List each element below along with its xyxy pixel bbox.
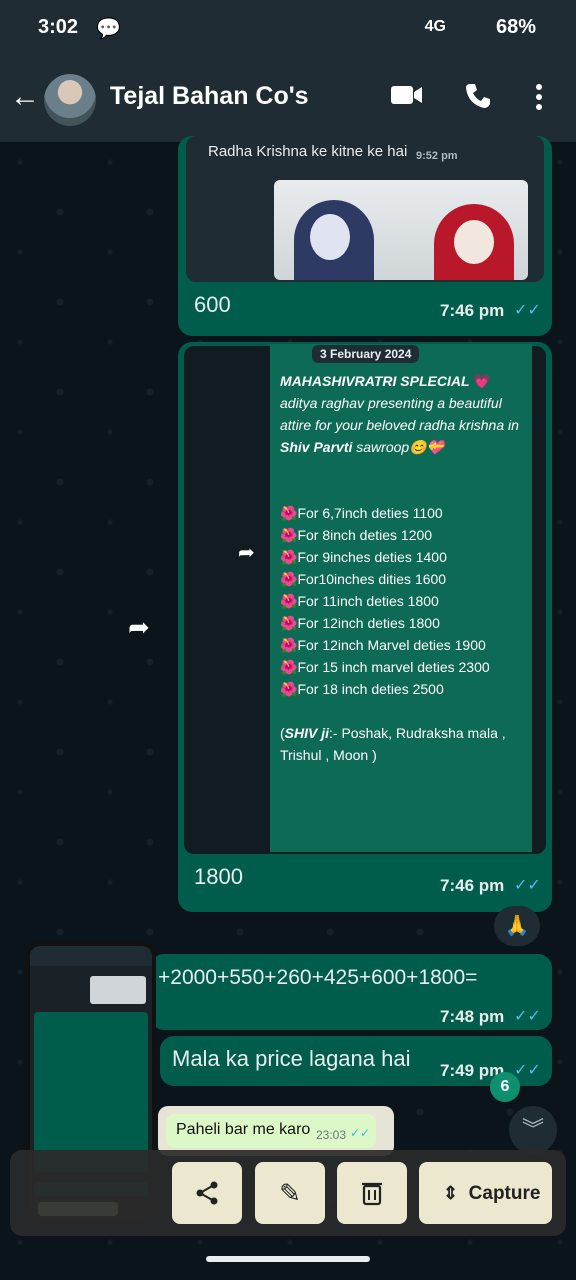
- price-item: 🌺For 15 inch marvel deties 2300: [280, 659, 490, 675]
- message-time: 7:48 pm: [440, 1007, 505, 1026]
- double-check-icon: ✓✓: [514, 877, 541, 894]
- double-check-icon: ✓✓: [514, 1062, 541, 1079]
- forward-icon[interactable]: ➦: [238, 540, 255, 565]
- quoted-text: Radha Krishna ke kitne ke hai: [208, 143, 408, 160]
- price-item: 🌺For 12inch Marvel deties 1900: [280, 637, 486, 653]
- date-chip: 3 February 2024: [312, 345, 420, 363]
- price-item: 🌺For 8inch deties 1200: [280, 527, 433, 543]
- double-check-icon: ✓✓: [514, 1008, 541, 1025]
- expand-vertical-icon: ⇕: [443, 1183, 459, 1203]
- more-vertical-icon[interactable]: [534, 82, 544, 119]
- message-text: +2000+550+260+425+600+1800=: [158, 966, 478, 989]
- edit-pencil-icon[interactable]: ✎: [255, 1162, 325, 1224]
- price-item: 🌺For10inches dities 1600: [280, 571, 447, 587]
- chevron-down-icon[interactable]: ︾: [509, 1106, 557, 1154]
- promo-text: MAHASHIVRATRI SPLECIAL 💗 aditya raghav p…: [270, 344, 532, 852]
- promo-intro-end: sawroop: [356, 439, 410, 455]
- reaction-badge[interactable]: 🙏: [494, 906, 540, 946]
- avatar[interactable]: [44, 74, 96, 126]
- price-item: 🌺For 9inches deties 1400: [280, 549, 447, 565]
- phone-icon[interactable]: [464, 82, 492, 117]
- network-label: 4G: [424, 18, 446, 35]
- promo-intro: aditya raghav presenting a beautiful att…: [280, 395, 519, 433]
- forward-icon[interactable]: ➦: [128, 612, 150, 643]
- gesture-bar[interactable]: [206, 1256, 370, 1262]
- chat-notification-icon: 💬: [96, 18, 121, 40]
- status-bar: 3:02 💬 4G 68%: [0, 0, 576, 58]
- delete-trash-icon[interactable]: [337, 1162, 407, 1224]
- message-text: Mala ka price lagana hai: [172, 1046, 411, 1071]
- promo-title: MAHASHIVRATRI SPLECIAL: [280, 373, 470, 389]
- promo-intro-bold: Shiv Parvti: [280, 439, 353, 455]
- share-icon[interactable]: [172, 1162, 242, 1224]
- chat-header: ← Tejal Bahan Co's: [0, 58, 576, 142]
- price-item: 🌺For 12inch deties 1800: [280, 615, 440, 631]
- quoted-time: 9:52 pm: [416, 150, 458, 162]
- status-time: 3:02: [38, 16, 79, 38]
- radha-krishna-image[interactable]: [274, 180, 528, 280]
- capture-label: Capture: [468, 1183, 541, 1204]
- arrow-left-icon[interactable]: ←: [10, 80, 40, 114]
- double-check-icon: ✓✓: [350, 1126, 371, 1140]
- double-check-icon: ✓✓: [514, 302, 541, 319]
- unread-count-badge[interactable]: 6: [490, 1072, 520, 1102]
- message-text: Paheli bar me karo: [176, 1121, 311, 1138]
- battery-level: 68%: [495, 16, 536, 38]
- promo-footer-bold: SHIV ji: [284, 725, 330, 741]
- message-text: 1800: [194, 864, 243, 889]
- video-call-icon[interactable]: [390, 82, 424, 115]
- capture-button[interactable]: ⇕ Capture: [419, 1162, 552, 1224]
- message-text: 600: [194, 292, 231, 317]
- message-time: 23:03: [316, 1128, 347, 1142]
- price-item: 🌺For 11inch deties 1800: [280, 593, 439, 609]
- chat-title[interactable]: Tejal Bahan Co's: [110, 82, 309, 111]
- message-time: 7:46 pm: [440, 301, 505, 320]
- price-item: 🌺For 6,7inch deties 1100: [280, 505, 443, 521]
- price-item: 🌺For 18 inch deties 2500: [280, 681, 444, 697]
- message-time: 7:46 pm: [440, 876, 505, 895]
